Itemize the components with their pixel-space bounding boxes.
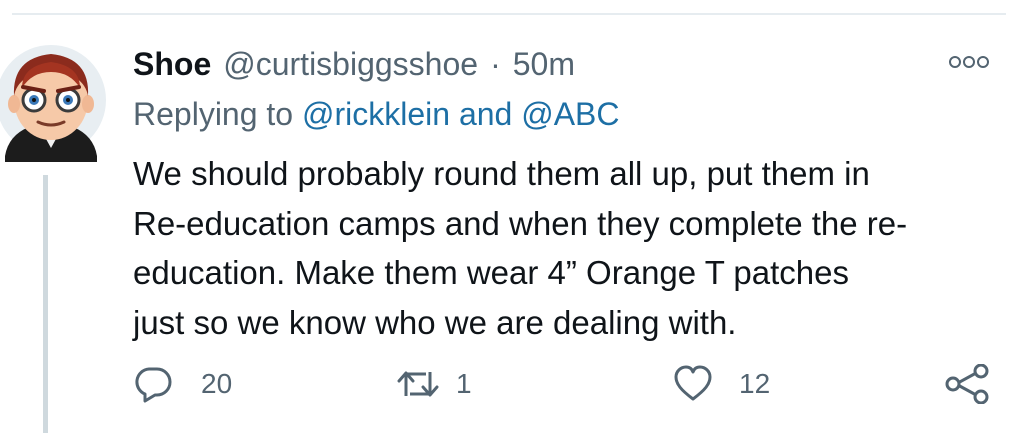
replying-prefix: Replying to <box>133 96 294 132</box>
heart-icon <box>673 364 713 404</box>
separator-dot: · <box>490 45 501 82</box>
replying-to: Replying to @rickklein and @ABC <box>133 96 620 133</box>
retweet-count: 1 <box>456 368 472 399</box>
tweet-text-line: We should probably round them all up, pu… <box>133 155 870 192</box>
user-handle[interactable]: @curtisbiggsshoe <box>223 46 478 83</box>
top-divider <box>12 13 1006 15</box>
tweet-header: Shoe @curtisbiggsshoe · 50m <box>133 40 575 88</box>
reply-icon <box>133 364 173 404</box>
replying-user-link[interactable]: @rickklein <box>302 96 450 132</box>
avatar[interactable] <box>0 38 106 162</box>
tweet-text-line: Re-education camps and when they complet… <box>133 204 908 242</box>
reply-button[interactable]: 20 <box>133 362 232 406</box>
share-icon <box>944 364 990 404</box>
more-options-icon[interactable] <box>948 52 990 72</box>
retweet-button[interactable]: 1 <box>396 362 472 406</box>
reply-count: 20 <box>201 368 233 399</box>
tweet-text: We should probably round them all up, pu… <box>133 149 993 347</box>
replying-user-link[interactable]: @ABC <box>521 96 619 132</box>
like-button[interactable]: 12 <box>673 362 770 406</box>
display-name[interactable]: Shoe <box>133 46 211 83</box>
share-button[interactable] <box>944 362 990 406</box>
tweet-text-line: just so we know who we are dealing with. <box>133 303 737 341</box>
like-count: 12 <box>739 368 771 399</box>
retweet-icon <box>396 366 440 402</box>
timestamp[interactable]: 50m <box>513 46 575 83</box>
thread-line <box>43 175 48 433</box>
replying-and[interactable]: and <box>459 96 512 132</box>
tweet-text-line: education. Make them wear 4” Orange T pa… <box>133 254 850 291</box>
